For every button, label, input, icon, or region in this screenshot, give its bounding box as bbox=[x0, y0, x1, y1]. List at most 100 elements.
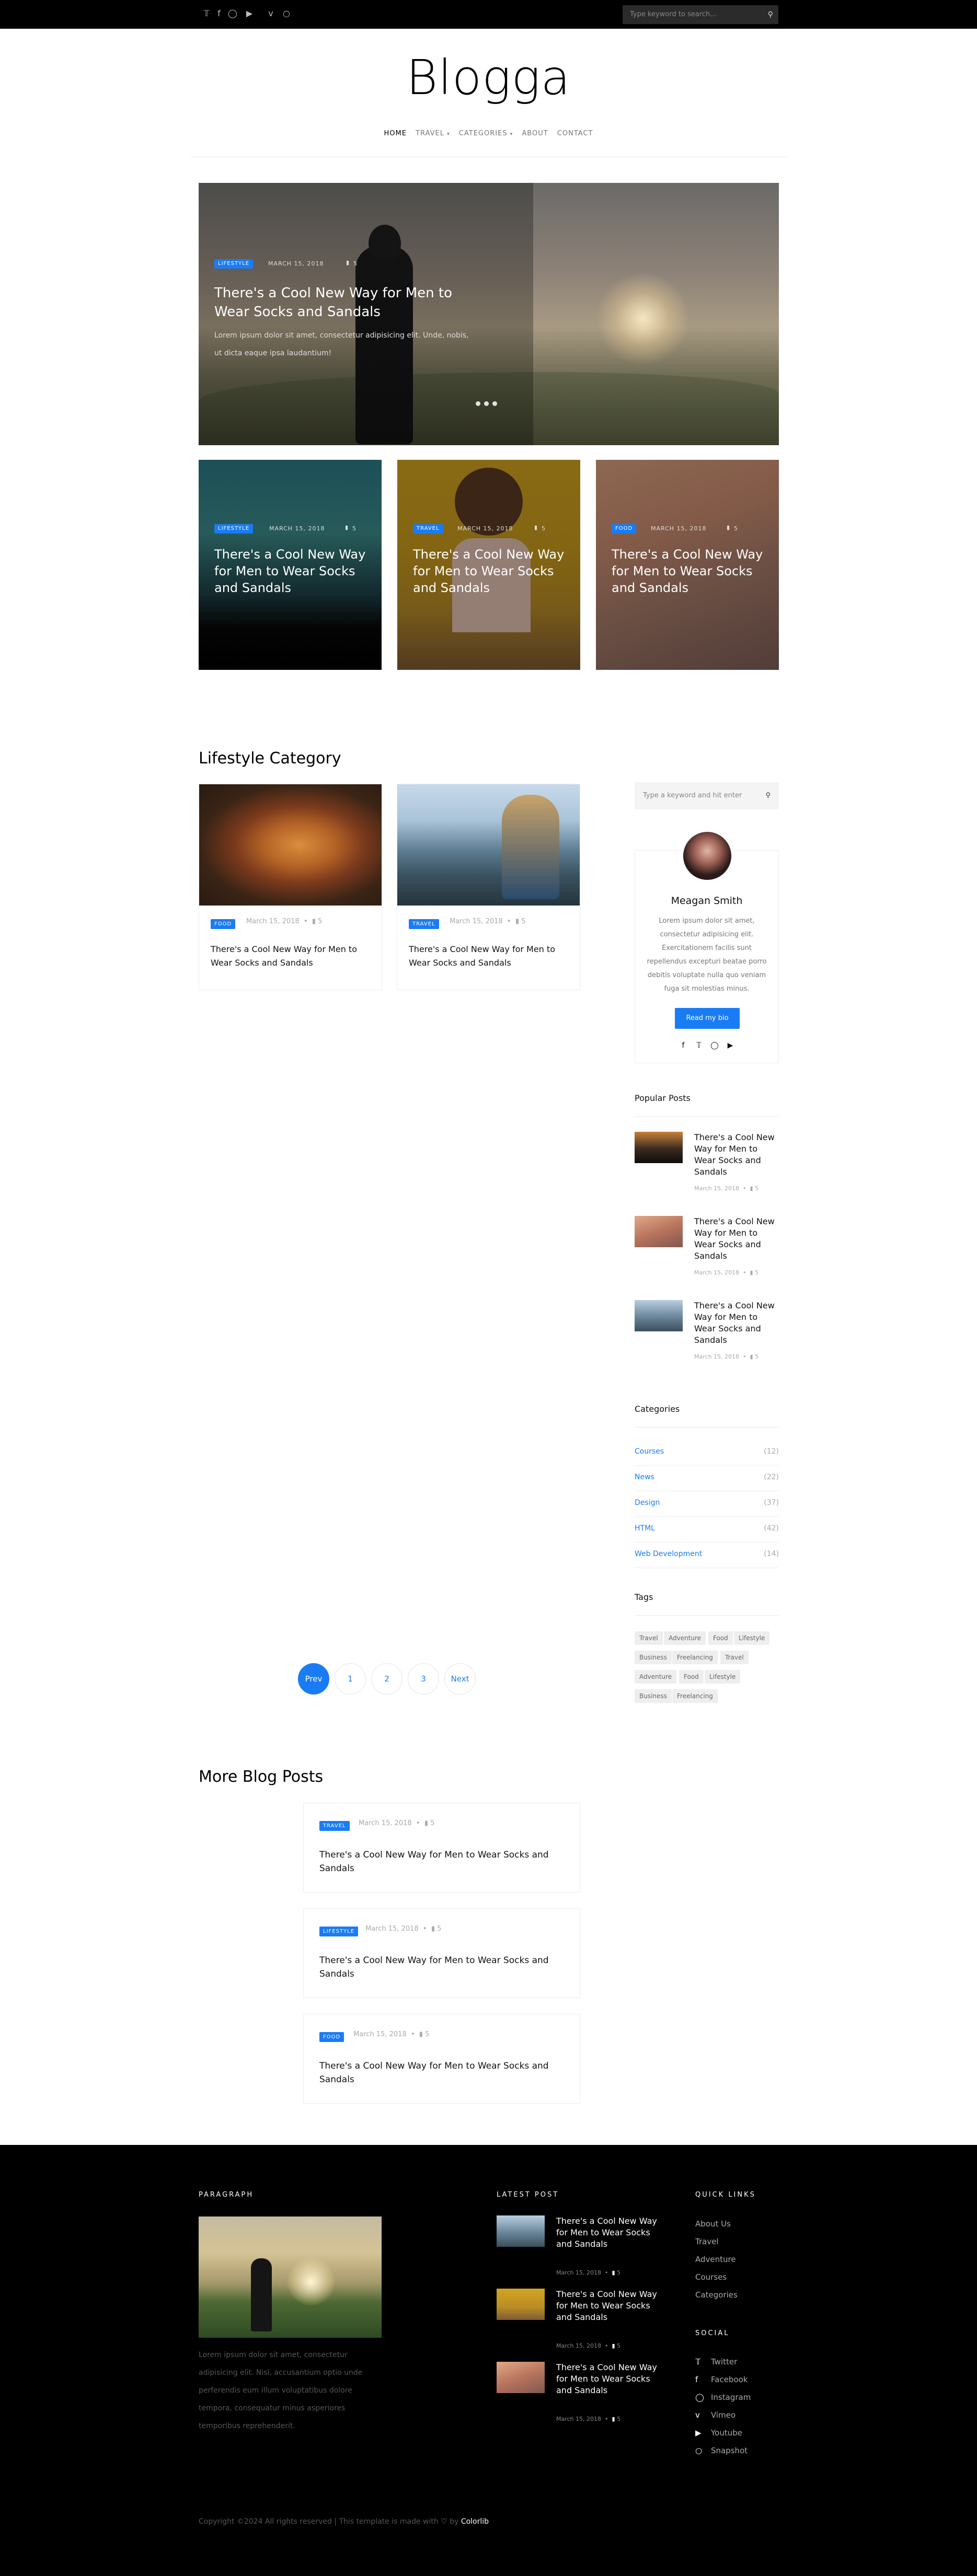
popular-post-thumb[interactable] bbox=[635, 1300, 683, 1331]
post-image-food[interactable] bbox=[199, 784, 382, 906]
nav-travel[interactable]: TRAVEL ▾ bbox=[416, 130, 450, 137]
site-logo[interactable]: Blogga bbox=[0, 50, 977, 106]
blog-post-card[interactable]: FOOD March 15, 2018 • ▮ 5 There's a Cool… bbox=[303, 2014, 580, 2104]
post-card[interactable]: TRAVEL March 15, 2018 • ▮ 5 There's a Co… bbox=[397, 784, 580, 990]
post-image-travel[interactable] bbox=[397, 784, 580, 906]
post-title[interactable]: There's a Cool New Way for Men to Wear S… bbox=[409, 943, 571, 970]
category-item[interactable]: Courses (12) bbox=[635, 1440, 779, 1466]
latest-post-thumb[interactable] bbox=[497, 2289, 545, 2320]
post-card[interactable]: FOOD March 15, 2018 • ▮ 5 There's a Cool… bbox=[199, 784, 382, 990]
facebook-icon[interactable]: f bbox=[213, 8, 225, 19]
popular-post[interactable]: There's a Cool New Way for Men to Wear S… bbox=[635, 1300, 779, 1373]
card-title[interactable]: There's a Cool New Way for Men to Wear S… bbox=[612, 546, 763, 596]
nav-about[interactable]: ABOUT bbox=[522, 130, 548, 137]
tag[interactable]: Lifestyle bbox=[705, 1670, 741, 1684]
tag[interactable]: Travel bbox=[635, 1631, 663, 1645]
post-category-badge[interactable]: FOOD bbox=[211, 919, 236, 929]
popular-post-title[interactable]: There's a Cool New Way for Men to Wear S… bbox=[694, 1216, 779, 1262]
slider-dot-3[interactable] bbox=[492, 401, 497, 406]
category-item[interactable]: Design (37) bbox=[635, 1491, 779, 1517]
card-category-badge[interactable]: LIFESTYLE bbox=[214, 524, 254, 533]
quick-link-categories[interactable]: Categories bbox=[695, 2290, 738, 2300]
tag[interactable]: Freelancing bbox=[672, 1651, 718, 1664]
latest-post[interactable]: There's a Cool New Way for Men to Wear S… bbox=[497, 2289, 664, 2351]
featured-card-3[interactable]: FOOD MARCH 15, 2018 ▮ 5 There's a Cool N… bbox=[596, 460, 779, 670]
featured-card-2[interactable]: TRAVEL MARCH 15, 2018 ▮ 5 There's a Cool… bbox=[397, 460, 580, 670]
tag[interactable]: Travel bbox=[720, 1651, 749, 1664]
facebook-icon[interactable]: f bbox=[675, 1041, 691, 1050]
popular-post-title[interactable]: There's a Cool New Way for Men to Wear S… bbox=[694, 1132, 779, 1178]
latest-post[interactable]: There's a Cool New Way for Men to Wear S… bbox=[497, 2215, 664, 2278]
post-title[interactable]: There's a Cool New Way for Men to Wear S… bbox=[319, 1954, 560, 1981]
latest-post[interactable]: There's a Cool New Way for Men to Wear S… bbox=[497, 2362, 664, 2424]
nav-contact[interactable]: CONTACT bbox=[557, 130, 593, 137]
quick-link-adventure[interactable]: Adventure bbox=[695, 2255, 736, 2264]
post-category-badge[interactable]: LIFESTYLE bbox=[319, 1927, 359, 1936]
colorlib-link[interactable]: Colorlib bbox=[461, 2517, 489, 2526]
slider-dots[interactable] bbox=[476, 398, 501, 408]
popular-post-title[interactable]: There's a Cool New Way for Men to Wear S… bbox=[694, 1300, 779, 1346]
hero-slide[interactable]: LIFESTYLE MARCH 15, 2018 ▮ 5 There's a C… bbox=[199, 183, 779, 445]
slider-dot-1[interactable] bbox=[476, 401, 480, 406]
post-title[interactable]: There's a Cool New Way for Men to Wear S… bbox=[319, 1848, 560, 1875]
tag[interactable]: Food bbox=[708, 1631, 733, 1645]
twitter-icon[interactable]: 𝕋 bbox=[201, 8, 212, 19]
nav-home[interactable]: HOME bbox=[384, 130, 407, 137]
quick-link-courses[interactable]: Courses bbox=[695, 2272, 727, 2282]
nav-categories[interactable]: CATEGORIES ▾ bbox=[459, 130, 513, 137]
post-category-badge[interactable]: TRAVEL bbox=[319, 1821, 350, 1831]
social-link-twitter[interactable]: 𝕋 Twitter bbox=[695, 2357, 737, 2366]
post-category-badge[interactable]: TRAVEL bbox=[409, 919, 439, 929]
category-name[interactable]: Courses bbox=[635, 1447, 664, 1456]
latest-post-title[interactable]: There's a Cool New Way for Men to Wear S… bbox=[556, 2289, 661, 2323]
social-link-vimeo[interactable]: v Vimeo bbox=[695, 2410, 735, 2420]
category-name[interactable]: Design bbox=[635, 1499, 660, 1507]
tag[interactable]: Business bbox=[635, 1651, 672, 1664]
tag[interactable]: Freelancing bbox=[672, 1689, 718, 1703]
vimeo-icon[interactable]: v bbox=[265, 8, 277, 19]
read-bio-button[interactable]: Read my bio bbox=[675, 1008, 740, 1029]
latest-post-title[interactable]: There's a Cool New Way for Men to Wear S… bbox=[556, 2215, 661, 2250]
pagination-page-1[interactable]: 1 bbox=[335, 1663, 366, 1695]
popular-post-thumb[interactable] bbox=[635, 1132, 683, 1163]
pagination-page-3[interactable]: 3 bbox=[408, 1663, 439, 1695]
latest-post-title[interactable]: There's a Cool New Way for Men to Wear S… bbox=[556, 2362, 661, 2396]
social-link-instagram[interactable]: ◯ Instagram bbox=[695, 2393, 751, 2402]
hero-category-badge[interactable]: LIFESTYLE bbox=[214, 259, 254, 269]
sidebar-search-input[interactable]: Type a keyword and hit enter ⚲ bbox=[635, 782, 779, 809]
card-category-badge[interactable]: TRAVEL bbox=[413, 524, 443, 533]
snapchat-icon[interactable]: ○ bbox=[281, 8, 292, 19]
tag[interactable]: Adventure bbox=[635, 1670, 677, 1684]
category-name[interactable]: HTML bbox=[635, 1524, 655, 1533]
slider-dot-2[interactable] bbox=[484, 401, 489, 406]
tag[interactable]: Food bbox=[679, 1670, 704, 1684]
quick-link-about[interactable]: About Us bbox=[695, 2219, 731, 2229]
quick-link-travel[interactable]: Travel bbox=[695, 2237, 719, 2246]
instagram-icon[interactable]: ◯ bbox=[227, 8, 238, 19]
hero-title[interactable]: There's a Cool New Way for Men to Wear S… bbox=[214, 284, 465, 321]
latest-post-thumb[interactable] bbox=[497, 2362, 545, 2393]
category-name[interactable]: News bbox=[635, 1473, 654, 1481]
instagram-icon[interactable]: ◯ bbox=[707, 1041, 722, 1050]
popular-post[interactable]: There's a Cool New Way for Men to Wear S… bbox=[635, 1216, 779, 1289]
youtube-icon[interactable]: ▶ bbox=[244, 8, 255, 19]
tag[interactable]: Lifestyle bbox=[734, 1631, 770, 1645]
popular-post-thumb[interactable] bbox=[635, 1216, 683, 1247]
featured-card-1[interactable]: LIFESTYLE MARCH 15, 2018 ▮ 5 There's a C… bbox=[199, 460, 382, 670]
category-item[interactable]: HTML (42) bbox=[635, 1517, 779, 1542]
category-name[interactable]: Web Development bbox=[635, 1550, 702, 1558]
category-item[interactable]: Web Development (14) bbox=[635, 1542, 779, 1568]
blog-post-card[interactable]: LIFESTYLE March 15, 2018 • ▮ 5 There's a… bbox=[303, 1908, 580, 1998]
search-icon[interactable]: ⚲ bbox=[768, 5, 773, 24]
post-category-badge[interactable]: FOOD bbox=[319, 2032, 344, 2042]
popular-post[interactable]: There's a Cool New Way for Men to Wear S… bbox=[635, 1132, 779, 1205]
social-link-snapchat[interactable]: ○ Snapshot bbox=[695, 2446, 748, 2455]
pagination-prev[interactable]: Prev bbox=[298, 1663, 329, 1695]
card-category-badge[interactable]: FOOD bbox=[612, 524, 637, 533]
blog-post-card[interactable]: TRAVEL March 15, 2018 • ▮ 5 There's a Co… bbox=[303, 1803, 580, 1893]
tag[interactable]: Adventure bbox=[664, 1631, 706, 1645]
pagination-page-2[interactable]: 2 bbox=[371, 1663, 403, 1695]
card-title[interactable]: There's a Cool New Way for Men to Wear S… bbox=[413, 546, 565, 596]
search-icon[interactable]: ⚲ bbox=[765, 782, 771, 809]
twitter-icon[interactable]: 𝕋 bbox=[691, 1041, 707, 1050]
